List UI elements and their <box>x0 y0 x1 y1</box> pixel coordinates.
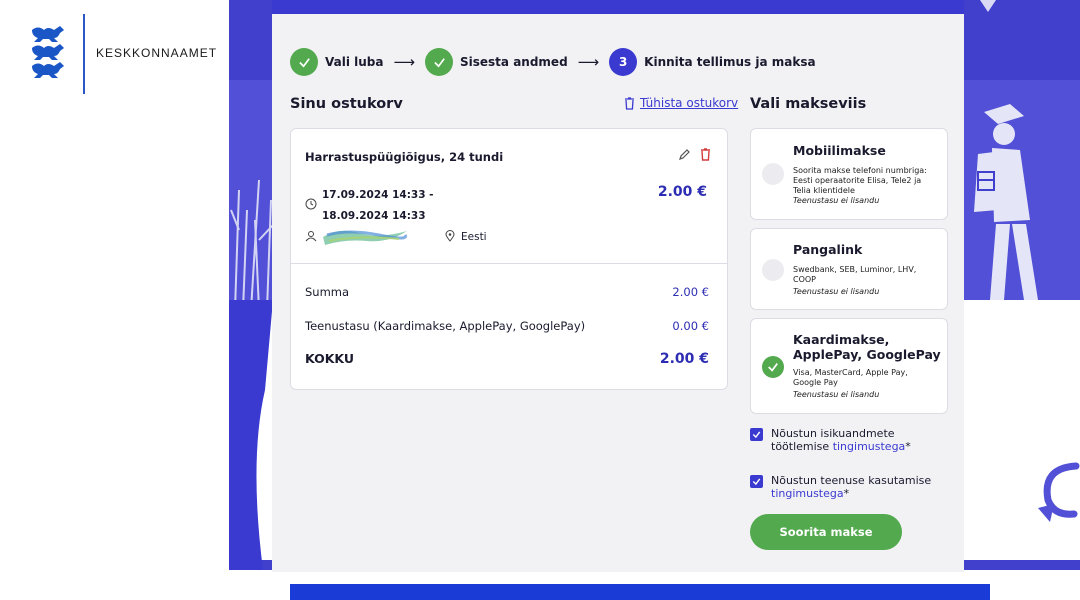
required-mark: * <box>905 440 911 453</box>
item-country: Eesti <box>461 231 487 243</box>
total-label: KOKKU <box>305 351 355 366</box>
item-dates: 17.09.2024 14:33 - 18.09.2024 14:33 <box>322 185 434 227</box>
payment-option-mobiilimakse[interactable]: Mobiilimakse Soorita makse telefoni numb… <box>750 128 948 220</box>
clear-cart-label: Tühista ostukorv <box>640 96 739 110</box>
delete-trash-icon[interactable] <box>700 148 711 161</box>
step-label: Sisesta andmed <box>460 55 568 69</box>
location-pin-icon <box>445 230 455 242</box>
step-number: 3 <box>609 48 638 76</box>
item-price: 2.00 € <box>657 184 707 200</box>
edit-pencil-icon[interactable] <box>678 148 691 161</box>
consent-label: Nõustun teenuse kasutamise <box>771 474 932 487</box>
payment-fee: Teenustasu ei lisandu <box>793 390 880 399</box>
total-row: KOKKU 2.00 € <box>305 351 709 367</box>
terms-link[interactable]: tingimustega <box>833 440 906 453</box>
brand-divider <box>83 14 85 94</box>
summary-value: 2.00 € <box>672 285 709 299</box>
consent-text: Nõustun isikuandmete töötlemise tingimus… <box>771 427 950 453</box>
step-label: Kinnita tellimus ja maksa <box>644 55 816 69</box>
summary-row: Teenustasu (Kaardimakse, ApplePay, Googl… <box>305 319 709 333</box>
corner-marker-illustration <box>980 0 996 12</box>
step-1: Vali luba <box>290 48 383 76</box>
payment-option-pangalink[interactable]: Pangalink Swedbank, SEB, Luminor, LHV, C… <box>750 228 948 310</box>
item-name: Harrastuspüügiõigus, 24 tundi <box>305 150 504 164</box>
brand-panel: KESKKONNAAMET <box>0 0 229 600</box>
total-value: 2.00 € <box>659 351 709 367</box>
coat-of-arms-logo[interactable] <box>28 24 72 84</box>
check-icon <box>425 48 453 76</box>
step-2: Sisesta andmed <box>425 48 568 76</box>
radio-button[interactable] <box>762 259 784 281</box>
reeds-illustration <box>230 179 274 310</box>
progress-steps: Vali luba ⟶ Sisesta andmed ⟶ 3 Kinnita t… <box>290 48 816 76</box>
submit-payment-button[interactable]: Soorita makse <box>750 514 902 550</box>
top-bar <box>272 0 964 14</box>
date-to: 18.09.2024 14:33 <box>322 210 426 222</box>
payment-name: Pangalink <box>793 242 863 257</box>
consent-personal-data[interactable]: Nõustun isikuandmete töötlemise tingimus… <box>750 427 950 453</box>
step-3: 3 Kinnita tellimus ja maksa <box>609 48 816 76</box>
check-icon <box>290 48 318 76</box>
arrow-right-icon: ⟶ <box>577 53 600 71</box>
summary-label: Teenustasu (Kaardimakse, ApplePay, Googl… <box>305 319 586 333</box>
date-from: 17.09.2024 14:33 - <box>322 189 434 201</box>
step-label: Vali luba <box>325 55 384 69</box>
clock-icon <box>305 198 317 210</box>
divider <box>291 263 727 264</box>
consent-service-terms[interactable]: Nõustun teenuse kasutamise tingimustega* <box>750 474 950 500</box>
checkbox-checked[interactable] <box>750 475 763 488</box>
payment-name: Mobiilimakse <box>793 143 886 158</box>
hiker-illustration <box>974 104 1038 300</box>
person-icon <box>305 231 317 242</box>
trash-icon <box>625 96 634 110</box>
cart-box: Harrastuspüügiõigus, 24 tundi 17.09.2024… <box>290 128 728 390</box>
checkbox-checked[interactable] <box>750 428 763 441</box>
payment-name: Kaardimakse, ApplePay, GooglePay <box>793 332 941 362</box>
wave-illustration <box>229 300 273 570</box>
terms-link[interactable]: tingimustega <box>771 487 844 500</box>
check-icon[interactable] <box>762 356 784 378</box>
payment-desc: Swedbank, SEB, Luminor, LHV, COOP <box>793 265 917 284</box>
radio-button[interactable] <box>762 163 784 185</box>
consent-text: Nõustun teenuse kasutamise tingimustega* <box>771 474 950 500</box>
payment-fee: Teenustasu ei lisandu <box>793 196 880 205</box>
summary-value: 0.00 € <box>672 319 709 333</box>
payment-desc: Soorita makse telefoni numbriga: Eesti o… <box>793 166 927 195</box>
brand-name[interactable]: KESKKONNAAMET <box>96 46 217 60</box>
arrow-illustration <box>1038 462 1080 522</box>
item-actions <box>678 148 711 161</box>
required-mark: * <box>843 487 850 500</box>
clear-cart-link[interactable]: Tühista ostukorv <box>624 96 738 110</box>
payment-option-kaardimakse[interactable]: Kaardimakse, ApplePay, GooglePay Visa, M… <box>750 318 948 414</box>
background-bottom-banner <box>290 584 990 600</box>
payment-desc: Visa, MasterCard, Apple Pay, Google Pay <box>793 368 908 387</box>
arrow-right-icon: ⟶ <box>393 53 415 71</box>
summary-label: Summa <box>305 285 350 299</box>
payment-fee: Teenustasu ei lisandu <box>793 287 880 296</box>
redacted-name <box>323 230 407 245</box>
summary-row: Summa 2.00 € <box>305 285 709 299</box>
cart-title: Sinu ostukorv <box>290 96 403 112</box>
checkout-panel: Vali luba ⟶ Sisesta andmed ⟶ 3 Kinnita t… <box>272 0 964 572</box>
payment-title: Vali makseviis <box>750 96 867 112</box>
